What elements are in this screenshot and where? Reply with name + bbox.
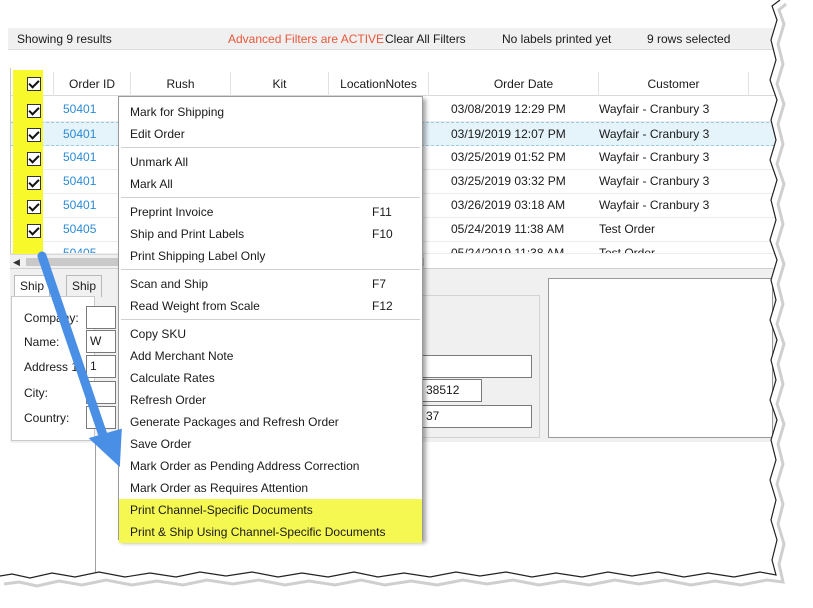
row-checkbox[interactable] [27,128,41,142]
order-id-link[interactable]: 50401 [63,146,96,170]
order-date-cell: 03/25/2019 03:32 PM [451,174,566,188]
row-checkbox[interactable] [27,224,41,238]
menu-item-print-channel-specific-documents[interactable]: Print Channel-Specific Documents [119,499,422,521]
name-label: Name: [24,335,60,349]
order-date-cell: 03/25/2019 01:52 PM [451,150,566,164]
screenshot-paper: Showing 9 results Advanced Filters are A… [0,0,813,608]
order-date-cell: 03/19/2019 12:07 PM [451,127,566,141]
company-field[interactable] [86,306,116,329]
menu-item-unmark-all[interactable]: Unmark All [119,151,422,173]
order-id-link[interactable]: 50401 [63,194,96,218]
column-header-order-id[interactable]: Order ID [54,72,131,96]
row-checkbox[interactable] [27,176,41,190]
column-header-rush[interactable]: Rush [131,72,231,96]
menu-item-calculate-rates[interactable]: Calculate Rates [119,367,422,389]
menu-item-save-order[interactable]: Save Order [119,433,422,455]
results-count: Showing 9 results [17,32,112,46]
customer-cell: Test Order [599,246,656,254]
order-date-cell: 05/24/2019 11:38 AM [451,246,565,254]
city-field[interactable] [86,381,116,404]
advanced-filters-status[interactable]: Advanced Filters are ACTIVE [228,32,384,46]
select-all-checkbox[interactable] [27,77,41,91]
order-id-link[interactable]: 50401 [63,123,96,147]
order-context-menu: Mark for Shipping Edit Order Unmark All … [118,96,423,543]
menu-separator [121,147,420,148]
address1-field[interactable]: 1 [86,355,116,378]
order-id-link[interactable]: 50405 [63,218,96,242]
menu-item-mark-for-shipping[interactable]: Mark for Shipping [119,101,422,123]
row-checkbox[interactable] [27,200,41,214]
column-header-location-notes[interactable]: LocationNotes [329,72,429,96]
menu-item-print-shipping-label-only[interactable]: Print Shipping Label Only [119,245,422,267]
name-field[interactable]: W [86,330,116,353]
menu-item-edit-order[interactable]: Edit Order [119,123,422,145]
customer-cell: Wayfair - Cranbury 3 [599,198,710,212]
tab-ship-from[interactable]: Ship [66,275,103,297]
tab-ship-to[interactable]: Ship [14,275,51,297]
menu-item-ship-and-print-labels[interactable]: Ship and Print Labels F10 [119,223,422,245]
customer-cell: Wayfair - Cranbury 3 [599,102,710,116]
column-header-customer[interactable]: Customer [599,72,749,96]
menu-item-requires-attention[interactable]: Mark Order as Requires Attention [119,477,422,499]
customer-cell: Wayfair - Cranbury 3 [599,150,710,164]
menu-item-add-merchant-note[interactable]: Add Merchant Note [119,345,422,367]
country-label: Country: [24,411,70,425]
zip-field[interactable]: 38512 [422,379,482,402]
menu-separator [121,269,420,270]
row-checkbox[interactable] [27,104,41,118]
customer-cell: Test Order [599,222,656,236]
menu-item-read-weight-from-scale[interactable]: Read Weight from Scale F12 [119,295,422,317]
column-header-kit[interactable]: Kit [231,72,329,96]
column-header-order-date[interactable]: Order Date [449,72,599,96]
order-date-cell: 03/26/2019 03:18 AM [451,198,566,212]
order-date-cell: 05/24/2019 11:38 AM [451,222,565,236]
menu-item-pending-address-correction[interactable]: Mark Order as Pending Address Correction [119,455,422,477]
grid-header: Order ID Rush Kit LocationNotes Order Da… [11,72,779,96]
company-label: Company: [24,311,79,325]
order-id-link[interactable]: 50401 [63,170,96,194]
country-field[interactable] [86,406,116,429]
phone-field[interactable]: 37 [422,405,532,428]
menu-item-refresh-order[interactable]: Refresh Order [119,389,422,411]
scroll-left-icon[interactable]: ◀ [13,257,20,268]
menu-item-copy-sku[interactable]: Copy SKU [119,323,422,345]
row-checkbox[interactable] [27,152,41,166]
customer-cell: Wayfair - Cranbury 3 [599,174,710,188]
rows-selected-status: 9 rows selected [647,32,731,46]
menu-item-generate-packages[interactable]: Generate Packages and Refresh Order [119,411,422,433]
order-id-link[interactable]: 50405 [63,242,96,253]
ship-to-panel: Company: Name: Address 1 City: Country: [11,296,95,441]
status-bar: Showing 9 results Advanced Filters are A… [8,28,778,50]
notes-box[interactable] [548,278,773,438]
customer-cell: Wayfair - Cranbury 3 [599,127,710,141]
menu-separator [121,319,420,320]
menu-item-preprint-invoice[interactable]: Preprint Invoice F11 [119,201,422,223]
address1-label: Address 1 [24,360,79,374]
menu-item-print-and-ship-channel-specific[interactable]: Print & Ship Using Channel-Specific Docu… [119,521,422,543]
labels-status: No labels printed yet [502,32,612,46]
menu-separator [121,197,420,198]
order-id-link[interactable]: 50401 [63,98,96,122]
menu-item-scan-and-ship[interactable]: Scan and Ship F7 [119,273,422,295]
city-label: City: [24,386,48,400]
clear-all-filters-link[interactable]: Clear All Filters [385,32,466,46]
address-line-field[interactable] [422,355,532,378]
menu-item-mark-all[interactable]: Mark All [119,173,422,195]
order-date-cell: 03/08/2019 12:29 PM [451,102,566,116]
